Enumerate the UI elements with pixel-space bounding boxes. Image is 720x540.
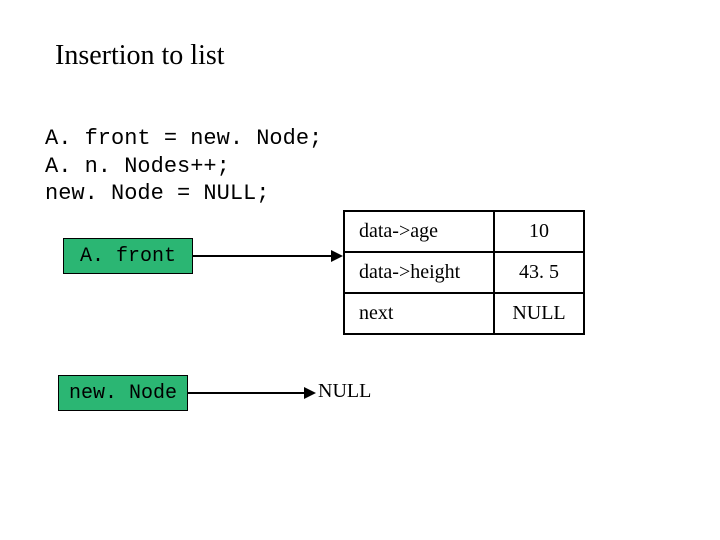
cell-key-height: data->height xyxy=(344,252,494,293)
null-label: NULL xyxy=(318,380,371,403)
arrow-afront-line xyxy=(193,255,333,257)
table-row: data->age 10 xyxy=(344,211,584,252)
code-line-2: A. n. Nodes++; xyxy=(45,154,230,179)
table-row: data->height 43. 5 xyxy=(344,252,584,293)
arrow-newnode-line xyxy=(188,392,306,394)
table-row: next NULL xyxy=(344,293,584,334)
node-struct-table: data->age 10 data->height 43. 5 next NUL… xyxy=(343,210,585,335)
code-line-1: A. front = new. Node; xyxy=(45,126,322,151)
cell-val-age: 10 xyxy=(494,211,584,252)
cell-key-next: next xyxy=(344,293,494,334)
code-line-3: new. Node = NULL; xyxy=(45,181,269,206)
newnode-pointer-box: new. Node xyxy=(58,375,188,411)
afront-pointer-box: A. front xyxy=(63,238,193,274)
code-block: A. front = new. Node; A. n. Nodes++; new… xyxy=(45,125,322,208)
arrow-newnode-head-icon xyxy=(304,387,316,399)
slide-title: Insertion to list xyxy=(55,40,225,72)
cell-val-next: NULL xyxy=(494,293,584,334)
cell-key-age: data->age xyxy=(344,211,494,252)
afront-label: A. front xyxy=(80,245,176,268)
newnode-label: new. Node xyxy=(69,382,177,405)
cell-val-height: 43. 5 xyxy=(494,252,584,293)
arrow-afront-head-icon xyxy=(331,250,343,262)
